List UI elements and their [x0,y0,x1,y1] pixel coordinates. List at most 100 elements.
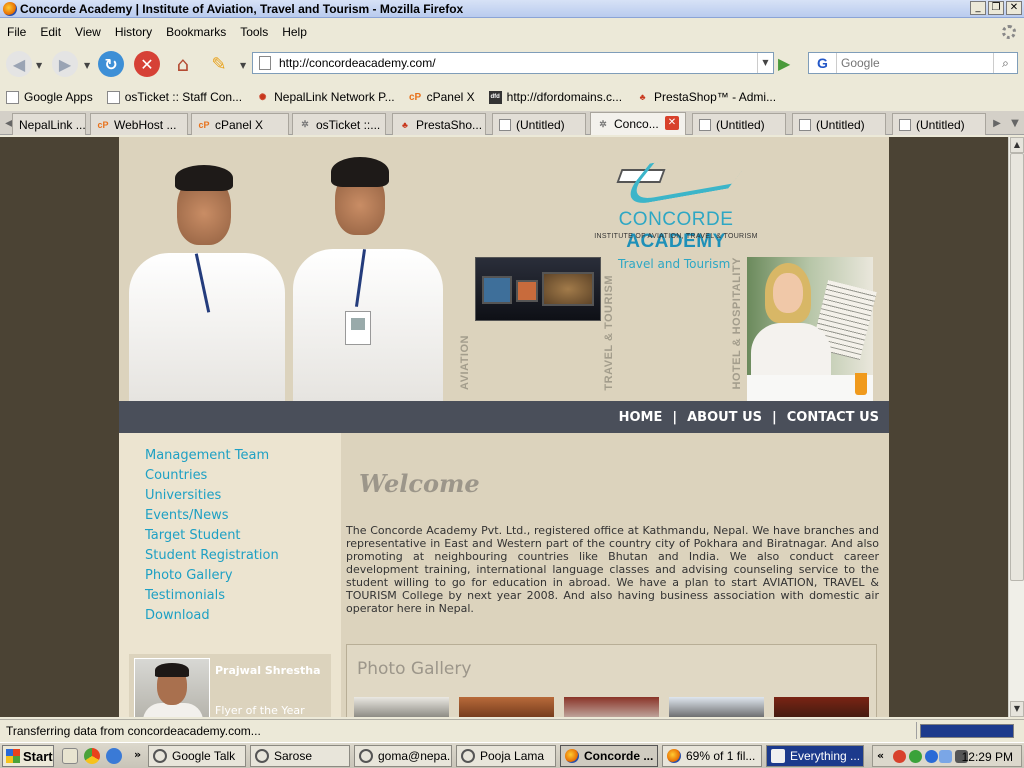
back-history-dropdown-icon[interactable]: ▼ [36,61,42,70]
tab-untitled[interactable]: (Untitled) [492,113,586,135]
chat-icon [153,749,167,763]
bookmark-item[interactable]: ✺ NepalLink Network P... [250,90,403,104]
menu-bookmarks[interactable]: Bookmarks [159,25,233,39]
url-dropdown-icon[interactable]: ▼ [757,53,773,73]
concorde-logo[interactable]: CONCORDE ACADEMY INSTITUTE OF AVIATION, … [581,143,771,252]
nav-about-us-link[interactable]: ABOUT US [687,410,762,425]
chrome-icon[interactable] [84,748,100,764]
nav-contact-us-link[interactable]: CONTACT US [787,410,879,425]
tab-label: WebHost ... [114,117,177,132]
vertical-scrollbar[interactable]: ▲ ▼ [1008,137,1024,717]
taskbar-item[interactable]: goma@nepa... [354,745,452,767]
menu-edit[interactable]: Edit [33,25,68,39]
sidenav-testimonials[interactable]: Testimonials [145,588,225,603]
nav-home-link[interactable]: HOME [619,410,663,425]
scroll-up-icon[interactable]: ▲ [1010,137,1024,153]
url-input[interactable] [279,56,749,70]
sidenav-photo-gallery[interactable]: Photo Gallery [145,568,233,583]
menu-file[interactable]: File [0,25,33,39]
gallery-thumbnail[interactable] [354,697,449,717]
quicklaunch-more-icon[interactable]: » [134,748,141,761]
logo-name: CONCORDE ACADEMY [618,209,734,252]
bookmark-item[interactable]: osTicket :: Staff Con... [101,90,250,104]
menu-view[interactable]: View [68,25,108,39]
site-top-nav: HOME | ABOUT US | CONTACT US [119,401,889,433]
search-input[interactable] [837,56,987,70]
edit-button[interactable]: ✎ [206,51,232,77]
taskbar-item[interactable]: Sarose [250,745,350,767]
maximize-button[interactable]: ❐ [988,1,1004,15]
tab-untitled[interactable]: (Untitled) [692,113,786,135]
page-icon [899,118,911,131]
close-window-button[interactable]: ✕ [1006,1,1022,15]
scrollbar-thumb[interactable] [1010,153,1024,581]
sidenav-management-team[interactable]: Management Team [145,448,269,463]
go-button[interactable]: ▶ [778,54,790,73]
gallery-thumbnail[interactable] [669,697,764,717]
tab-label: (Untitled) [516,117,565,132]
sidenav-target-student[interactable]: Target Student [145,528,241,543]
window-titlebar: Concorde Academy | Institute of Aviation… [0,0,1024,18]
tab-untitled[interactable]: (Untitled) [892,113,986,135]
start-button[interactable]: Start [2,745,54,767]
tray-network-icon[interactable] [939,750,952,763]
sidenav-student-registration[interactable]: Student Registration [145,548,279,563]
internet-explorer-icon[interactable] [106,748,122,764]
back-button[interactable]: ◀ [6,51,32,77]
scroll-down-icon[interactable]: ▼ [1010,701,1024,717]
search-icon[interactable]: ⌕ [993,53,1017,73]
taskbar-item[interactable]: Everything ... [766,745,864,767]
show-desktop-icon[interactable] [62,748,78,764]
tray-heart-icon[interactable] [893,750,906,763]
bookmark-item[interactable]: Google Apps [0,90,101,104]
search-bar[interactable]: G ⌕ [808,52,1018,74]
taskbar-item[interactable]: Google Talk [148,745,246,767]
sidenav-events-news[interactable]: Events/News [145,508,229,523]
gallery-thumbnail[interactable] [774,697,869,717]
tab-untitled[interactable]: (Untitled) [792,113,886,135]
tab-nepallink[interactable]: NepalLink ... [12,113,86,135]
home-button[interactable]: ⌂ [170,51,196,77]
close-tab-icon[interactable]: ✕ [665,116,679,130]
menu-help[interactable]: Help [275,25,314,39]
tab-osticket[interactable]: ✲ osTicket ::... [292,113,386,135]
address-bar[interactable]: ▼ [252,52,774,74]
all-tabs-dropdown-icon[interactable]: ▼ [1006,114,1024,134]
arrow-left-icon: ◀ [12,54,26,74]
menu-history[interactable]: History [108,25,159,39]
taskbar-item[interactable]: 69% of 1 fil... [662,745,762,767]
tray-info-icon[interactable] [925,750,938,763]
page-icon [106,90,120,104]
tab-scroll-right-icon[interactable]: ▶ [988,114,1006,134]
student-right [279,155,449,401]
featured-student-card[interactable]: Prajwal Shrestha Flyer of the Year [129,654,331,717]
tab-prestashop[interactable]: ♣ PrestaSho... [392,113,486,135]
taskbar-item-active[interactable]: Concorde ... [560,745,658,767]
sidenav-universities[interactable]: Universities [145,488,221,503]
menu-tools[interactable]: Tools [233,25,275,39]
bookmark-label: NepalLink Network P... [274,90,395,104]
forward-history-dropdown-icon[interactable]: ▼ [84,61,90,70]
sidenav-download[interactable]: Download [145,608,210,623]
edit-dropdown-icon[interactable]: ▼ [240,61,246,70]
bookmark-item[interactable]: cP cPanel X [403,90,483,104]
tab-concorde[interactable]: ✲ Conco... ✕ [590,112,686,135]
bookmark-item[interactable]: dfd http://dfordomains.c... [483,90,630,104]
bookmark-item[interactable]: ♣ PrestaShop™ - Admi... [630,90,784,104]
gallery-thumbnail[interactable] [564,697,659,717]
featured-student-title: Flyer of the Year [215,704,305,717]
tray-status-icon[interactable] [909,750,922,763]
tab-cpanel[interactable]: cP cPanel X [191,113,289,135]
tab-webhost[interactable]: cP WebHost ... [90,113,188,135]
gallery-thumbnail[interactable] [459,697,554,717]
left-sidebar: Management Team Countries Universities E… [119,433,341,717]
bookmark-label: http://dfordomains.c... [506,90,623,104]
sidenav-countries[interactable]: Countries [145,468,207,483]
taskbar-item[interactable]: Pooja Lama [456,745,556,767]
tray-expand-icon[interactable]: « [877,749,884,762]
reload-button[interactable]: ↻ [98,51,124,77]
forward-button[interactable]: ▶ [52,51,78,77]
search-engine-icon[interactable]: G [809,53,837,73]
minimize-button[interactable]: _ [970,1,986,15]
stop-button[interactable]: ✕ [134,51,160,77]
